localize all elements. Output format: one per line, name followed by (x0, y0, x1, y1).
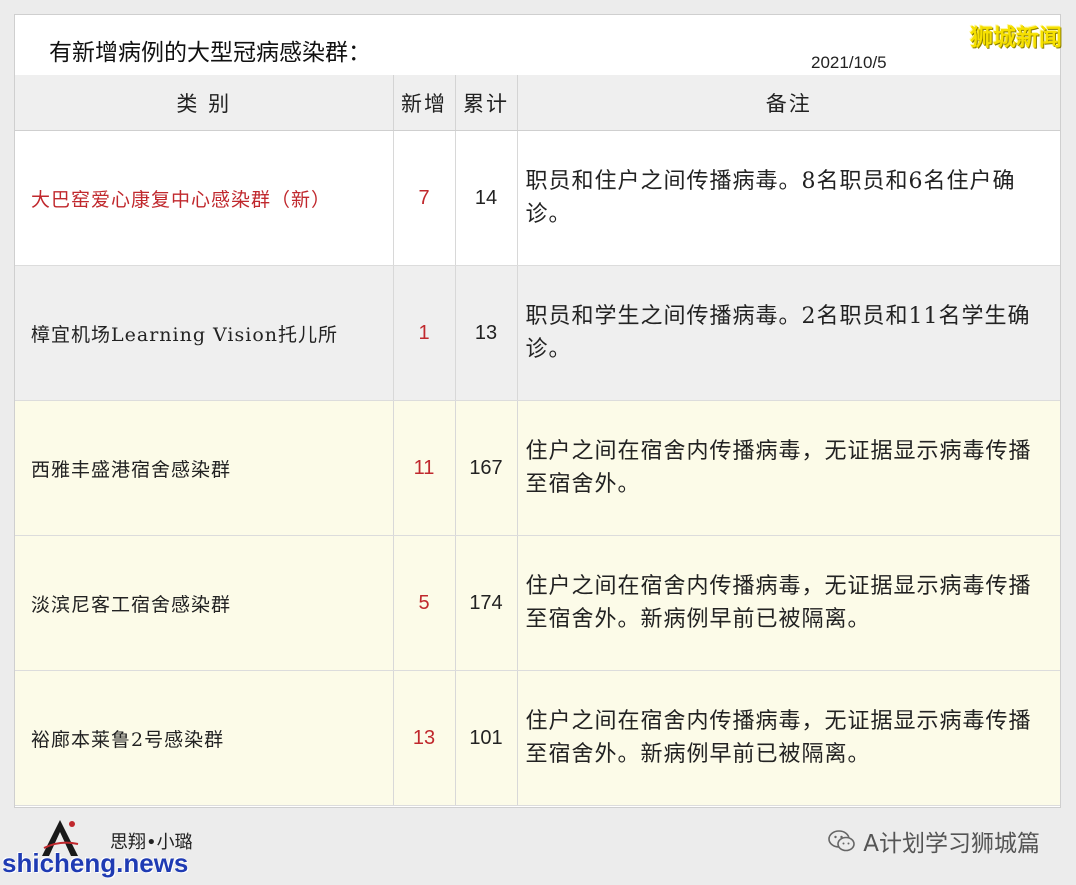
column-header-note: 备注 (517, 75, 1060, 131)
wechat-account-name: A计划学习狮城篇 (863, 831, 1040, 857)
cluster-name: 裕廊本莱鲁2号感染群 (15, 670, 394, 806)
cluster-note: 住户之间在宿舍内传播病毒，无证据显示病毒传播至宿舍外。新病例早前已被隔离。 (517, 535, 1060, 671)
main-card: 有新增病例的大型冠病感染群： 2021/10/5 类 别 新增 累计 备注 大巴… (14, 14, 1061, 808)
new-cases: 1 (393, 265, 456, 401)
footer-site: shicheng.news (2, 848, 189, 878)
table-row: 裕廊本莱鲁2号感染群 13 101 住户之间在宿舍内传播病毒，无证据显示病毒传播… (15, 670, 1060, 806)
table-row: 大巴窑爱心康复中心感染群（新） 7 14 职员和住户之间传播病毒。8名职员和6名… (15, 130, 1060, 266)
total-cases: 167 (455, 400, 518, 536)
column-header-total: 累计 (455, 75, 518, 131)
new-cases: 11 (393, 400, 456, 536)
new-cases: 7 (393, 130, 456, 266)
cluster-name: 樟宜机场Learning Vision托儿所 (15, 265, 394, 401)
cluster-name: 大巴窑爱心康复中心感染群（新） (15, 130, 394, 266)
cluster-name: 淡滨尼客工宿舍感染群 (15, 535, 394, 671)
table-row: 樟宜机场Learning Vision托儿所 1 13 职员和学生之间传播病毒。… (15, 265, 1060, 401)
cluster-note: 住户之间在宿舍内传播病毒，无证据显示病毒传播至宿舍外。 (517, 400, 1060, 536)
new-cases: 5 (393, 535, 456, 671)
cluster-note: 住户之间在宿舍内传播病毒，无证据显示病毒传播至宿舍外。新病例早前已被隔离。 (517, 670, 1060, 806)
total-cases: 101 (455, 670, 518, 806)
wechat-icon (828, 830, 856, 852)
total-cases: 13 (455, 265, 518, 401)
report-date: 2021/10/5 (811, 53, 887, 72)
wechat-account: A计划学习狮城篇 (827, 824, 1040, 858)
table-row: 淡滨尼客工宿舍感染群 5 174 住户之间在宿舍内传播病毒，无证据显示病毒传播至… (15, 535, 1060, 671)
total-cases: 14 (455, 130, 518, 266)
table-header-row: 类 别 新增 累计 备注 (15, 75, 1060, 131)
column-header-new: 新增 (393, 75, 456, 131)
cluster-note: 职员和学生之间传播病毒。2名职员和11名学生确诊。 (517, 265, 1060, 401)
table-row: 西雅丰盛港宿舍感染群 11 167 住户之间在宿舍内传播病毒，无证据显示病毒传播… (15, 400, 1060, 536)
new-cases: 13 (393, 670, 456, 806)
watermark-text: 狮城新闻 (970, 25, 1062, 51)
cluster-note: 职员和住户之间传播病毒。8名职员和6名住户确诊。 (517, 130, 1060, 266)
total-cases: 174 (455, 535, 518, 671)
column-header-category: 类 别 (15, 75, 394, 131)
cluster-table: 类 别 新增 累计 备注 大巴窑爱心康复中心感染群（新） 7 14 职员和住户之… (15, 75, 1060, 806)
page-title: 有新增病例的大型冠病感染群： (49, 40, 371, 66)
cluster-name: 西雅丰盛港宿舍感染群 (15, 400, 394, 536)
